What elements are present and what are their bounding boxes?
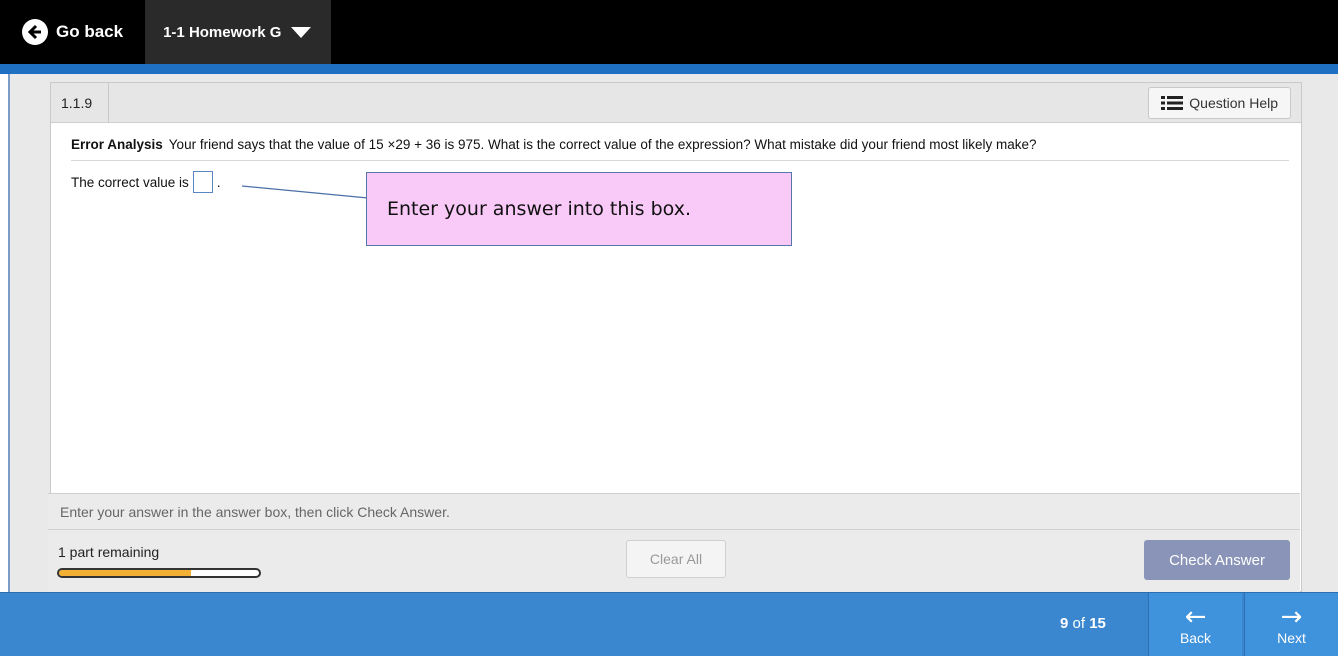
arrow-left-icon: ← bbox=[1184, 602, 1207, 632]
top-bar: Go back 1-1 Homework G bbox=[0, 0, 1338, 64]
instruction-text: Enter your answer in the answer box, the… bbox=[48, 494, 1300, 530]
arrow-right-icon: → bbox=[1280, 602, 1303, 632]
pager-current: 9 bbox=[1060, 615, 1069, 632]
progress-fill bbox=[59, 570, 191, 576]
answer-controls: Enter your answer in the answer box, the… bbox=[48, 493, 1300, 593]
pager-of: of bbox=[1072, 615, 1086, 632]
question-help-button[interactable]: Question Help bbox=[1148, 87, 1291, 119]
clear-all-button[interactable]: Clear All bbox=[626, 540, 726, 578]
question-header: 1.1.9 Question Help bbox=[51, 82, 1301, 123]
assignment-label: 1-1 Homework G bbox=[163, 23, 282, 41]
back-label: Back bbox=[1179, 630, 1212, 646]
question-pager: 9 of 15 bbox=[1060, 615, 1106, 632]
next-button[interactable]: → Next bbox=[1244, 593, 1338, 656]
arrow-left-circle-icon bbox=[22, 19, 48, 45]
answer-suffix: . bbox=[216, 174, 221, 190]
progress-bar bbox=[57, 568, 261, 578]
go-back-label: Go back bbox=[56, 22, 124, 41]
go-back-button[interactable]: Go back bbox=[0, 0, 137, 64]
parts-remaining: 1 part remaining bbox=[58, 544, 160, 560]
assignment-dropdown[interactable]: 1-1 Homework G bbox=[145, 0, 332, 64]
check-answer-button[interactable]: Check Answer bbox=[1144, 540, 1290, 580]
answer-hint-callout: Enter your answer into this box. bbox=[366, 172, 792, 246]
callout-pointer bbox=[242, 185, 369, 199]
question-prompt: Error Analysis Your friend says that the … bbox=[71, 137, 1289, 161]
pager-total: 15 bbox=[1089, 615, 1106, 632]
prompt-title: Error Analysis bbox=[71, 137, 163, 152]
answer-prefix: The correct value is bbox=[71, 174, 189, 190]
next-label: Next bbox=[1277, 630, 1306, 646]
question-number: 1.1.9 bbox=[51, 82, 109, 123]
answer-input[interactable] bbox=[192, 171, 213, 193]
footer-nav: 9 of 15 ← Back → Next bbox=[0, 592, 1338, 656]
list-icon bbox=[1161, 96, 1184, 110]
question-help-label: Question Help bbox=[1189, 95, 1278, 111]
prompt-text: Your friend says that the value of 15 ×2… bbox=[168, 137, 1037, 152]
back-button[interactable]: ← Back bbox=[1148, 593, 1242, 656]
caret-down-icon bbox=[291, 26, 312, 38]
callout-text: Enter your answer into this box. bbox=[387, 198, 691, 220]
accent-strip bbox=[0, 64, 1338, 74]
